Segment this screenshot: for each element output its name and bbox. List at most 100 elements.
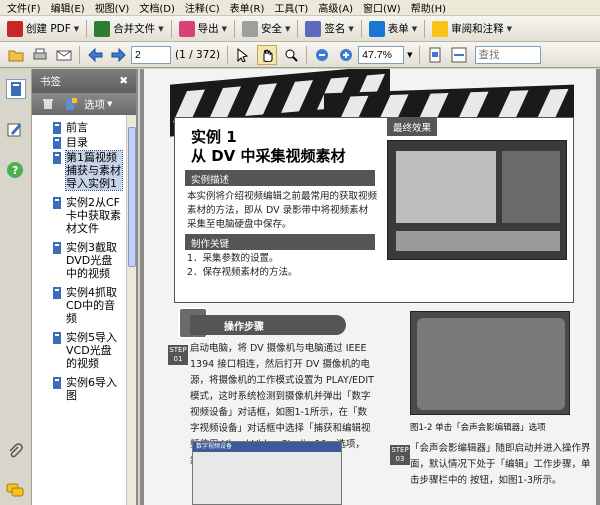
help-tab-button[interactable]: ? — [6, 161, 26, 181]
page-number-input[interactable] — [131, 45, 171, 64]
zoom-dropdown-icon[interactable]: ▼ — [407, 51, 412, 59]
fit-width-button[interactable] — [449, 45, 469, 65]
menu-forms[interactable]: 表单(R) — [225, 0, 270, 15]
forms-button[interactable]: 表单 ▼ — [365, 18, 421, 40]
pen-icon — [305, 20, 322, 37]
document-page: 实例 1 从 DV 中采集视频素材 实例描述 本实例将介绍视频编辑之前最常用的获… — [144, 69, 596, 505]
close-icon[interactable]: ✖ — [119, 75, 128, 87]
dropdown-arrow-icon: ▼ — [348, 24, 354, 33]
menu-file[interactable]: 文件(F) — [2, 0, 46, 15]
printer-icon — [33, 48, 47, 59]
bookmark-item[interactable]: 实例3截取DVD光盘中的视频 — [32, 241, 136, 280]
options-label: 选项 — [84, 98, 105, 111]
menu-tools[interactable]: 工具(T) — [269, 0, 313, 15]
delete-bookmark-icon[interactable] — [42, 98, 54, 110]
figure-caption: 图1-2 单击「会声会影编辑器」选项 — [410, 423, 546, 433]
arrow-left-icon — [88, 47, 103, 62]
comment-bubble-icon — [6, 483, 24, 497]
create-pdf-button[interactable]: 创建 PDF ▼ — [3, 18, 83, 40]
bookmark-label: 目录 — [66, 136, 88, 149]
key-points-list: 1．采集参数的设置。 2．保存视频素材的方法。 — [187, 252, 377, 280]
bookmark-item[interactable]: 实例6导入图 — [32, 376, 136, 402]
attachments-tab-button[interactable] — [6, 443, 26, 463]
open-folder-button[interactable] — [6, 45, 26, 65]
bookmark-label: 前言 — [66, 121, 88, 134]
comments-tab-button[interactable] — [6, 481, 26, 501]
bookmarks-header: 书签 ✖ — [32, 69, 136, 93]
bookmark-item[interactable]: 实例5导入VCD光盘的视频 — [32, 331, 136, 370]
zoom-in-button[interactable] — [336, 45, 356, 65]
secure-button[interactable]: 安全 ▼ — [238, 18, 294, 40]
editor-splash-image — [417, 318, 565, 410]
bookmark-icon — [52, 137, 62, 149]
export-button[interactable]: 导出 ▼ — [175, 18, 231, 40]
search-input[interactable] — [474, 45, 541, 64]
review-comment-button[interactable]: 审阅和注释 ▼ — [428, 18, 516, 40]
menu-view[interactable]: 视图(V) — [90, 0, 135, 15]
menu-help[interactable]: 帮助(H) — [406, 0, 451, 15]
dropdown-arrow-icon: ▼ — [506, 24, 513, 33]
options-button[interactable]: 选项 ▼ — [84, 97, 112, 112]
menu-window[interactable]: 窗口(W) — [358, 0, 406, 15]
menu-advanced[interactable]: 高级(A) — [313, 0, 358, 15]
secure-label: 安全 — [260, 23, 282, 35]
select-tool-button[interactable] — [233, 45, 253, 65]
bookmarks-tab-button[interactable] — [6, 79, 26, 99]
toolbar-divider — [79, 45, 80, 64]
bookmark-item[interactable]: 实例4抓取CD中的音频 — [32, 286, 136, 325]
print-button[interactable] — [30, 45, 50, 65]
menu-comments[interactable]: 注释(C) — [180, 0, 225, 15]
final-effect-label: 最终效果 — [387, 118, 438, 136]
previous-page-button[interactable] — [85, 45, 105, 65]
example-number: 实例 1 — [191, 128, 237, 146]
create-pdf-icon — [7, 20, 23, 37]
key-point: 1．采集参数的设置。 — [187, 253, 279, 264]
zoom-out-button[interactable] — [312, 45, 332, 65]
review-comment-label: 审阅和注释 — [451, 23, 504, 35]
help-icon: ? — [7, 162, 23, 178]
sign-button[interactable]: 签名 ▼ — [301, 18, 357, 40]
fit-page-icon — [429, 47, 441, 62]
toolbar-divider — [418, 45, 420, 64]
combine-files-button[interactable]: 合并文件 ▼ — [90, 18, 167, 40]
main-toolbar: 创建 PDF ▼ 合并文件 ▼ 导出 ▼ 安全 ▼ 签名 ▼ 表单 ▼ 审阅和注… — [0, 16, 600, 42]
document-viewport[interactable]: 实例 1 从 DV 中采集视频素材 实例描述 本实例将介绍视频编辑之前最常用的获… — [140, 69, 600, 505]
bookmark-label: 实例3截取DVD光盘中的视频 — [66, 241, 117, 280]
step-badge: STEP 03 — [390, 445, 410, 465]
navigation-panel-strip: ? — [0, 69, 32, 505]
next-page-button[interactable] — [109, 45, 129, 65]
bookmark-icon — [52, 242, 62, 254]
fit-page-button[interactable] — [425, 45, 445, 65]
menu-edit[interactable]: 编辑(E) — [46, 0, 90, 15]
hand-tool-button[interactable] — [257, 44, 278, 65]
description-text: 本实例将介绍视频编辑之前最常用的获取视频素材的方法，即从 DV 录影带中将视频素… — [187, 191, 378, 230]
marquee-zoom-button[interactable] — [281, 45, 301, 65]
operation-steps-header: 操作步骤 — [190, 315, 346, 335]
final-effect-screenshot — [387, 140, 567, 260]
bookmarks-scrollbar[interactable] — [126, 115, 136, 505]
bookmark-item[interactable]: 前言 — [32, 121, 136, 134]
bookmark-label: 第1篇视频捕获与素材导入实例1 — [65, 150, 123, 191]
zoom-in-icon — [340, 48, 353, 61]
description-header: 实例描述 — [185, 170, 375, 186]
dropdown-arrow-icon: ▼ — [221, 24, 227, 33]
hand-icon — [263, 48, 273, 62]
bookmark-item[interactable]: 实例2从CF卡中获取素材文件 — [32, 196, 136, 235]
bookmark-item-selected[interactable]: 第1篇视频捕获与素材导入实例1 — [32, 150, 136, 191]
bookmark-label: 实例5导入VCD光盘的视频 — [66, 331, 117, 370]
bookmark-item[interactable]: 目录 — [32, 136, 136, 149]
create-pdf-label: 创建 PDF — [26, 23, 71, 35]
menu-document[interactable]: 文档(D) — [134, 0, 180, 15]
scrollbar-thumb[interactable] — [128, 127, 136, 267]
toolbar-divider — [297, 19, 299, 38]
email-button[interactable] — [54, 45, 74, 65]
arrow-right-icon — [111, 47, 126, 62]
paperclip-icon — [9, 443, 23, 458]
signatures-tab-button[interactable] — [6, 121, 26, 141]
dropdown-arrow-icon: ▼ — [107, 100, 113, 108]
toolbar-divider — [233, 19, 235, 38]
zoom-level-input[interactable] — [358, 45, 405, 64]
new-bookmark-icon[interactable] — [64, 97, 78, 111]
bookmarks-panel: 书签 ✖ 选项 ▼ 前言 目录 第1篇视频捕获与素材导入实例1 实例2从CF卡中… — [32, 69, 138, 505]
cursor-icon — [237, 47, 249, 62]
